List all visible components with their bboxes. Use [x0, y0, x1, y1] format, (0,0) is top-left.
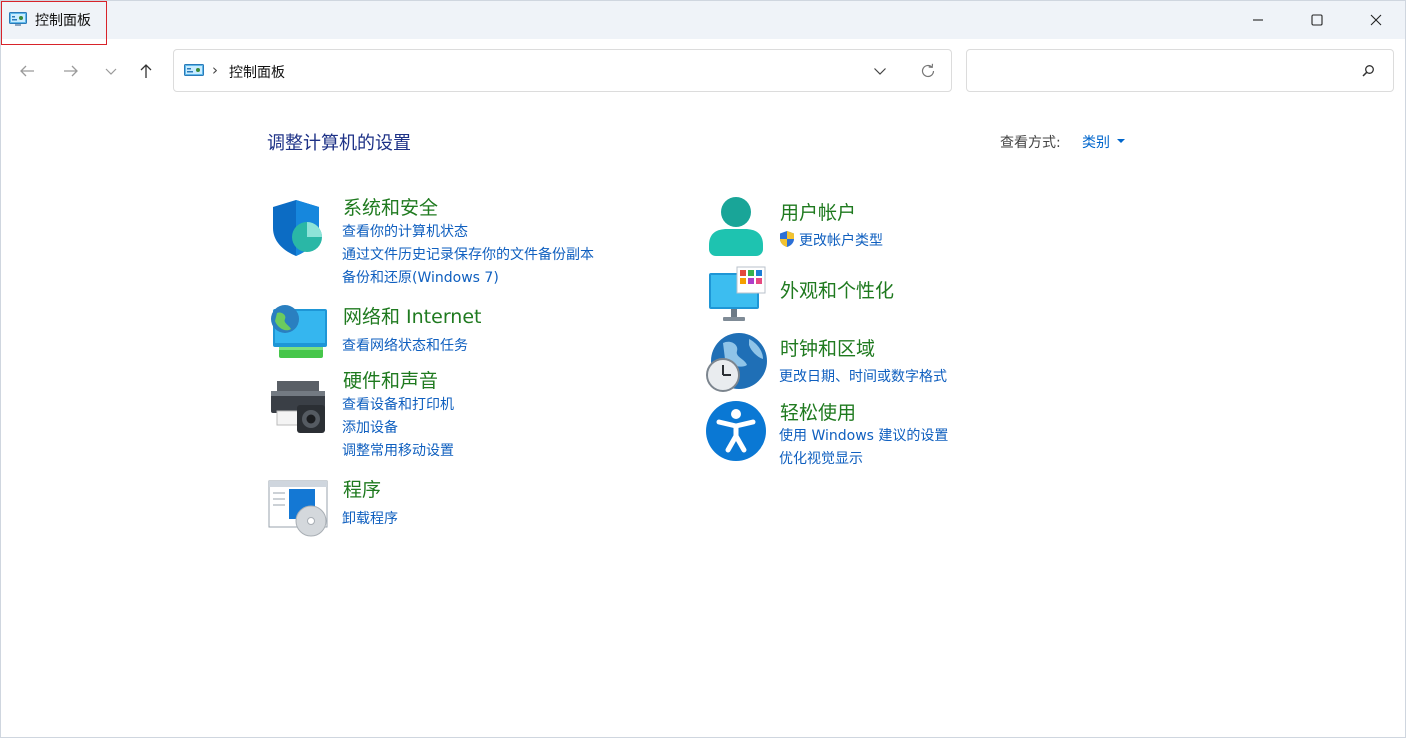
uac-shield-icon	[780, 231, 794, 247]
link-optimize-visual-display[interactable]: 优化视觉显示	[779, 448, 863, 468]
link-devices-printers[interactable]: 查看设备和打印机	[342, 394, 454, 414]
link-backup-restore[interactable]: 备份和还原(Windows 7)	[342, 267, 499, 287]
up-button[interactable]	[132, 57, 160, 85]
address-history-button[interactable]	[868, 59, 892, 83]
recent-locations-button[interactable]	[97, 57, 125, 85]
link-network-status-tasks[interactable]: 查看网络状态和任务	[342, 335, 468, 355]
breadcrumb-control-panel[interactable]: 控制面板	[229, 62, 285, 82]
monitor-palette-icon[interactable]	[705, 265, 767, 327]
link-file-history-backup[interactable]: 通过文件历史记录保存你的文件备份副本	[342, 244, 594, 264]
chevron-down-icon	[105, 68, 117, 75]
title-highlight-box	[1, 1, 107, 45]
address-bar[interactable]: › 控制面板	[173, 49, 952, 92]
maximize-button[interactable]	[1288, 1, 1346, 39]
accessibility-icon[interactable]	[705, 400, 767, 462]
clock-globe-icon[interactable]	[705, 331, 767, 393]
user-account-icon[interactable]	[705, 195, 767, 257]
refresh-icon	[921, 63, 935, 78]
security-shield-icon[interactable]	[267, 197, 329, 259]
view-by-dropdown[interactable]: 类别	[1082, 132, 1110, 152]
caret-down-icon[interactable]	[1117, 139, 1125, 143]
search-box[interactable]	[966, 49, 1394, 92]
control-panel-icon	[184, 64, 204, 76]
refresh-button[interactable]	[916, 59, 940, 83]
close-button[interactable]	[1347, 1, 1405, 39]
link-recommended-settings[interactable]: 使用 Windows 建议的设置	[779, 425, 948, 445]
page-title: 调整计算机的设置	[267, 133, 411, 154]
minimize-icon	[1253, 19, 1263, 21]
search-icon[interactable]	[1359, 62, 1377, 80]
link-add-device[interactable]: 添加设备	[342, 417, 398, 437]
link-mobility-settings[interactable]: 调整常用移动设置	[342, 440, 454, 460]
back-button[interactable]	[13, 57, 41, 85]
chevron-down-icon	[874, 68, 886, 75]
category-clock-region[interactable]: 时钟和区域	[780, 334, 875, 361]
search-input[interactable]	[975, 58, 1349, 84]
category-user-accounts[interactable]: 用户帐户	[780, 198, 856, 225]
breadcrumb-separator: ›	[212, 61, 218, 79]
arrow-right-icon	[64, 65, 78, 77]
link-view-computer-status[interactable]: 查看你的计算机状态	[342, 221, 468, 241]
title-bar: 控制面板	[1, 1, 1405, 45]
printer-speaker-icon[interactable]	[267, 377, 329, 439]
forward-button[interactable]	[57, 57, 85, 85]
category-appearance-personalization[interactable]: 外观和个性化	[780, 276, 894, 303]
programs-disc-icon[interactable]	[267, 477, 329, 539]
category-system-security[interactable]: 系统和安全	[343, 193, 438, 220]
view-by-label: 查看方式:	[1000, 135, 1061, 151]
category-hardware-sound[interactable]: 硬件和声音	[343, 366, 438, 393]
close-icon	[1370, 14, 1382, 26]
minimize-button[interactable]	[1229, 1, 1287, 39]
link-uninstall-program[interactable]: 卸载程序	[342, 508, 398, 528]
category-programs[interactable]: 程序	[343, 475, 381, 502]
arrow-up-icon	[140, 64, 152, 78]
maximize-icon	[1311, 14, 1323, 26]
link-change-account-type[interactable]: 更改帐户类型	[799, 230, 883, 250]
category-network-internet[interactable]: 网络和 Internet	[343, 302, 481, 329]
category-ease-of-access[interactable]: 轻松使用	[780, 398, 856, 425]
network-globe-icon[interactable]	[267, 301, 329, 363]
control-panel-window: 控制面板 › 控制面板 调整计算机的设置 查看方式: 类别 系统和安全 查看你的…	[0, 0, 1406, 738]
link-change-date-time-format[interactable]: 更改日期、时间或数字格式	[779, 366, 947, 386]
arrow-left-icon	[20, 65, 34, 77]
